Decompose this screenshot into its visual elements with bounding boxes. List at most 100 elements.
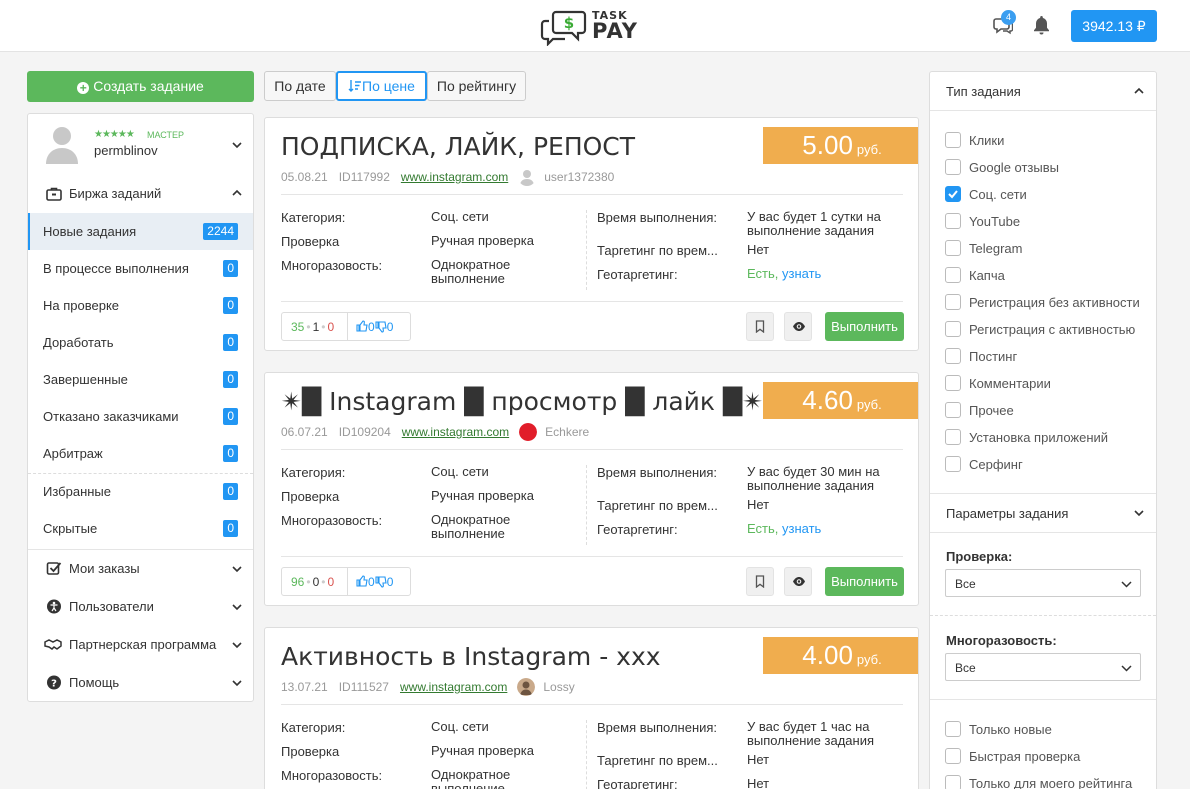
checkbox[interactable]: [945, 748, 961, 764]
menu-arbitration[interactable]: Арбитраж 0: [28, 435, 253, 472]
filter-clicks[interactable]: Клики: [945, 130, 1171, 150]
checkbox[interactable]: [945, 321, 961, 337]
profile-block[interactable]: ★★★★★ МАСТЕР permblinov: [28, 114, 253, 174]
stat-rejected: 0: [327, 320, 335, 334]
checkbox[interactable]: [945, 775, 961, 789]
checkbox-label: Комментарии: [969, 376, 1051, 391]
filter-surfing[interactable]: Серфинг: [945, 454, 1171, 474]
task-author[interactable]: Echkere: [545, 425, 589, 439]
bookmark-button[interactable]: [746, 567, 774, 596]
filter-only-new[interactable]: Только новые: [945, 719, 1171, 739]
chevron-up-icon[interactable]: [1133, 85, 1145, 97]
filter-registration-activity[interactable]: Регистрация с активностью: [945, 319, 1171, 339]
bell-icon[interactable]: [1032, 15, 1051, 35]
chevron-down-icon[interactable]: [231, 639, 243, 651]
check-select[interactable]: Все: [945, 569, 1141, 597]
bookmark-button[interactable]: [746, 312, 774, 341]
filter-my-rating[interactable]: Только для моего рейтинга: [945, 773, 1171, 789]
task-type-header[interactable]: Тип задания: [930, 72, 1156, 110]
checkbox[interactable]: [945, 429, 961, 445]
menu-new-tasks[interactable]: Новые задания 2244: [28, 213, 253, 250]
checkbox[interactable]: [945, 294, 961, 310]
exchange-section-header[interactable]: Биржа заданий: [28, 176, 253, 210]
task-title[interactable]: ✴█ Instagram █ просмотр █ лайк █✴: [281, 387, 763, 416]
filter-registration-no-activity[interactable]: Регистрация без активности: [945, 292, 1171, 312]
filter-captcha[interactable]: Капча: [945, 265, 1171, 285]
users-section[interactable]: Пользователи: [28, 589, 253, 623]
checkbox[interactable]: [945, 267, 961, 283]
checkbox[interactable]: [945, 240, 961, 256]
task-title[interactable]: ПОДПИСКА, ЛАЙК, РЕПОСТ: [281, 132, 635, 161]
time-label: Время выполнения:: [597, 210, 718, 225]
filter-posting[interactable]: Постинг: [945, 346, 1171, 366]
filter-panel: Тип задания Клики Google отзывы Соц. сет…: [929, 71, 1157, 789]
chevron-down-icon[interactable]: [231, 677, 243, 689]
menu-rework[interactable]: Доработать 0: [28, 324, 253, 361]
thumbs-up-icon[interactable]: [356, 575, 368, 587]
checkbox[interactable]: [945, 159, 961, 175]
sidebar: ★★★★★ МАСТЕР permblinov Биржа заданий Но…: [27, 113, 254, 702]
dislikes-count: 0: [386, 320, 394, 334]
sort-by-rating-button[interactable]: По рейтингу: [427, 71, 526, 101]
thumbs-down-icon[interactable]: [375, 321, 387, 333]
filter-telegram[interactable]: Telegram: [945, 238, 1171, 258]
reusability-select[interactable]: Все: [945, 653, 1141, 681]
filter-google-reviews[interactable]: Google отзывы: [945, 157, 1171, 177]
task-site-link[interactable]: www.instagram.com: [401, 170, 508, 184]
chevron-down-icon[interactable]: [231, 563, 243, 575]
geo-label: Геотаргетинг:: [597, 522, 678, 537]
filter-comments[interactable]: Комментарии: [945, 373, 1171, 393]
menu-hidden[interactable]: Скрытые 0: [28, 510, 253, 547]
checkbox[interactable]: [945, 132, 961, 148]
checkbox[interactable]: [945, 375, 961, 391]
hide-button[interactable]: [784, 567, 812, 596]
messages-count-badge: 4: [1001, 10, 1016, 25]
filter-social[interactable]: Соц. сети: [945, 184, 1171, 204]
help-section[interactable]: ? Помощь: [28, 665, 253, 699]
menu-in-progress[interactable]: В процессе выполнения 0: [28, 250, 253, 287]
checkbox[interactable]: [945, 456, 961, 472]
filter-youtube[interactable]: YouTube: [945, 211, 1171, 231]
geo-learn-link[interactable]: узнать: [782, 266, 821, 281]
hide-button[interactable]: [784, 312, 812, 341]
task-site-link[interactable]: www.instagram.com: [400, 680, 507, 694]
menu-item-label: Отказано заказчиками: [43, 409, 179, 424]
task-title[interactable]: Активность в Instagram - xxx: [281, 642, 661, 671]
thumbs-down-icon[interactable]: [375, 576, 387, 588]
exchange-section-label: Биржа заданий: [69, 186, 162, 201]
checkbox-label: Соц. сети: [969, 187, 1027, 202]
task-params-header[interactable]: Параметры задания: [930, 494, 1156, 532]
chevron-up-icon[interactable]: [231, 187, 243, 199]
checkbox[interactable]: [945, 721, 961, 737]
menu-rejected[interactable]: Отказано заказчиками 0: [28, 398, 253, 435]
checkbox[interactable]: [945, 348, 961, 364]
taskpay-logo[interactable]: $ TASK PAY: [540, 6, 640, 46]
task-site-link[interactable]: www.instagram.com: [402, 425, 509, 439]
thumbs-up-icon[interactable]: [356, 320, 368, 332]
stat-approved: 35: [291, 320, 305, 334]
menu-completed[interactable]: Завершенные 0: [28, 361, 253, 398]
balance-button[interactable]: 3942.13 ₽: [1071, 10, 1157, 42]
menu-on-review[interactable]: На проверке 0: [28, 287, 253, 324]
do-task-button[interactable]: Выполнить: [825, 312, 904, 341]
filter-app-install[interactable]: Установка приложений: [945, 427, 1171, 447]
chevron-down-icon[interactable]: [231, 601, 243, 613]
checkbox[interactable]: [945, 402, 961, 418]
chevron-down-icon[interactable]: [1133, 507, 1145, 519]
checkbox[interactable]: [945, 213, 961, 229]
my-orders-section[interactable]: Мои заказы: [28, 551, 253, 585]
menu-favorites[interactable]: Избранные 0: [28, 473, 253, 510]
sort-by-date-button[interactable]: По дате: [264, 71, 336, 101]
filter-other[interactable]: Прочее: [945, 400, 1171, 420]
chevron-down-icon[interactable]: [231, 139, 243, 151]
partner-program-section[interactable]: Партнерская программа: [28, 627, 253, 661]
do-task-button[interactable]: Выполнить: [825, 567, 904, 596]
geo-learn-link[interactable]: узнать: [782, 521, 821, 536]
eye-icon: [793, 322, 805, 331]
checkbox-checked[interactable]: [945, 186, 961, 202]
filter-fast-check[interactable]: Быстрая проверка: [945, 746, 1171, 766]
task-author[interactable]: user1372380: [544, 170, 614, 184]
sort-by-price-button[interactable]: По цене: [336, 71, 427, 101]
task-author[interactable]: Lossy: [543, 680, 574, 694]
create-task-button[interactable]: + Создать задание: [27, 71, 254, 102]
